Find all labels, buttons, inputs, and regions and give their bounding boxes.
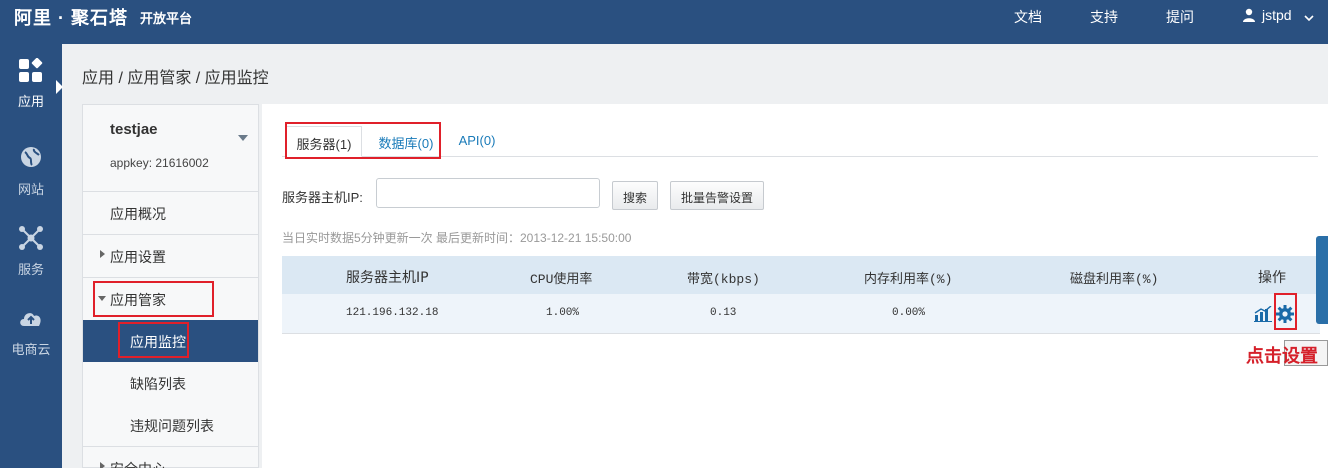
caret-right-icon [100, 250, 105, 258]
tab-servers[interactable]: 服务器(1) [286, 126, 362, 157]
app-name: testjae [110, 121, 158, 138]
rail-label: 服务 [17, 262, 44, 277]
column-header: 服务器主机IP [346, 270, 429, 286]
nav-ask[interactable]: 提问 [1166, 7, 1194, 27]
caret-right-icon [100, 462, 105, 468]
left-rail: 应用 网站 服务 电商云 [0, 44, 63, 468]
search-button[interactable]: 搜索 [612, 181, 658, 210]
menu-item-monitor[interactable]: 应用监控 [83, 320, 258, 362]
rail-item-ecommerce-cloud[interactable]: 电商云 [0, 292, 62, 368]
chevron-down-icon[interactable] [1304, 13, 1314, 23]
gear-icon[interactable] [1275, 304, 1295, 324]
rail-label: 应用 [17, 94, 44, 109]
app-switch-caret-icon[interactable] [238, 135, 248, 141]
rail-label: 电商云 [11, 342, 51, 357]
breadcrumb: 应用 / 应用管家 / 应用监控 [82, 70, 269, 87]
top-bar: 阿里 · 聚石塔 开放平台 文档 支持 提问 jstpd [0, 0, 1328, 44]
menu-label: 缺陷列表 [130, 376, 186, 392]
feedback-side-tab[interactable] [1316, 236, 1328, 324]
menu-label: 应用设置 [110, 249, 166, 265]
user-icon[interactable] [1242, 8, 1256, 22]
menu-label: 违规问题列表 [130, 418, 214, 434]
column-header: 磁盘利用率(%) [1070, 272, 1159, 287]
update-status-text: 当日实时数据5分钟更新一次 最后更新时间：2013-12-21 15:50:00 [282, 231, 632, 245]
cell-cpu-usage: 1.00% [546, 307, 580, 319]
column-header: 内存利用率(%) [864, 272, 953, 287]
cell-memory-usage: 0.00% [892, 307, 926, 319]
menu-label: 应用概况 [110, 206, 166, 222]
rail-label: 网站 [17, 182, 44, 197]
menu-item-violations[interactable]: 违规问题列表 [83, 404, 258, 446]
menu-label: 应用监控 [130, 334, 186, 350]
menu-item-security[interactable]: 安全中心 [83, 446, 258, 468]
tab-api[interactable]: API(0) [452, 126, 502, 157]
column-header: 带宽(kbps) [687, 272, 760, 287]
main-panel: 服务器(1) 数据库(0) API(0) 服务器主机IP: 搜索 批量告警设置 … [262, 104, 1328, 468]
menu-item-overview[interactable]: 应用概况 [83, 191, 258, 233]
column-header: 操作 [1258, 270, 1286, 286]
cloud-upload-icon [20, 313, 41, 326]
server-ip-label: 服务器主机IP: [282, 190, 363, 205]
cell-server-ip: 121.196.132.18 [346, 307, 439, 319]
network-icon [19, 226, 43, 250]
brand-logo[interactable]: 阿里 · 聚石塔 [14, 4, 128, 30]
bar-chart-icon[interactable] [1254, 306, 1272, 322]
click-settings-callout: 点击设置 [1246, 346, 1318, 367]
column-header: CPU使用率 [530, 272, 593, 287]
server-ip-input[interactable] [376, 178, 600, 208]
active-indicator [56, 80, 63, 94]
cell-bandwidth: 0.13 [710, 307, 737, 319]
rail-item-apps[interactable]: 应用 [0, 44, 62, 120]
menu-item-defects[interactable]: 缺陷列表 [83, 362, 258, 404]
tab-databases[interactable]: 数据库(0) [366, 126, 446, 157]
appkey-label: appkey: 21616002 [110, 156, 209, 170]
nav-support[interactable]: 支持 [1090, 7, 1118, 27]
batch-alert-settings-button[interactable]: 批量告警设置 [670, 181, 764, 210]
app-side-menu: testjae appkey: 21616002 应用概况 应用设置 应用管家 … [82, 104, 259, 468]
apps-icon [19, 58, 43, 82]
menu-item-manager[interactable]: 应用管家 [83, 277, 258, 319]
rail-item-services[interactable]: 服务 [0, 212, 62, 288]
user-menu[interactable]: jstpd [1262, 7, 1292, 23]
brand-subtitle: 开放平台 [140, 11, 193, 26]
globe-icon [21, 147, 41, 167]
table-row: 121.196.132.18 1.00% 0.13 0.00% [282, 294, 1320, 334]
table-header: 服务器主机IP CPU使用率 带宽(kbps) 内存利用率(%) 磁盘利用率(%… [282, 256, 1320, 294]
caret-down-icon [98, 296, 106, 301]
menu-label: 应用管家 [110, 292, 166, 308]
menu-item-settings[interactable]: 应用设置 [83, 234, 258, 276]
menu-label: 安全中心 [110, 459, 166, 468]
nav-docs[interactable]: 文档 [1014, 7, 1042, 27]
rail-item-website[interactable]: 网站 [0, 132, 62, 208]
